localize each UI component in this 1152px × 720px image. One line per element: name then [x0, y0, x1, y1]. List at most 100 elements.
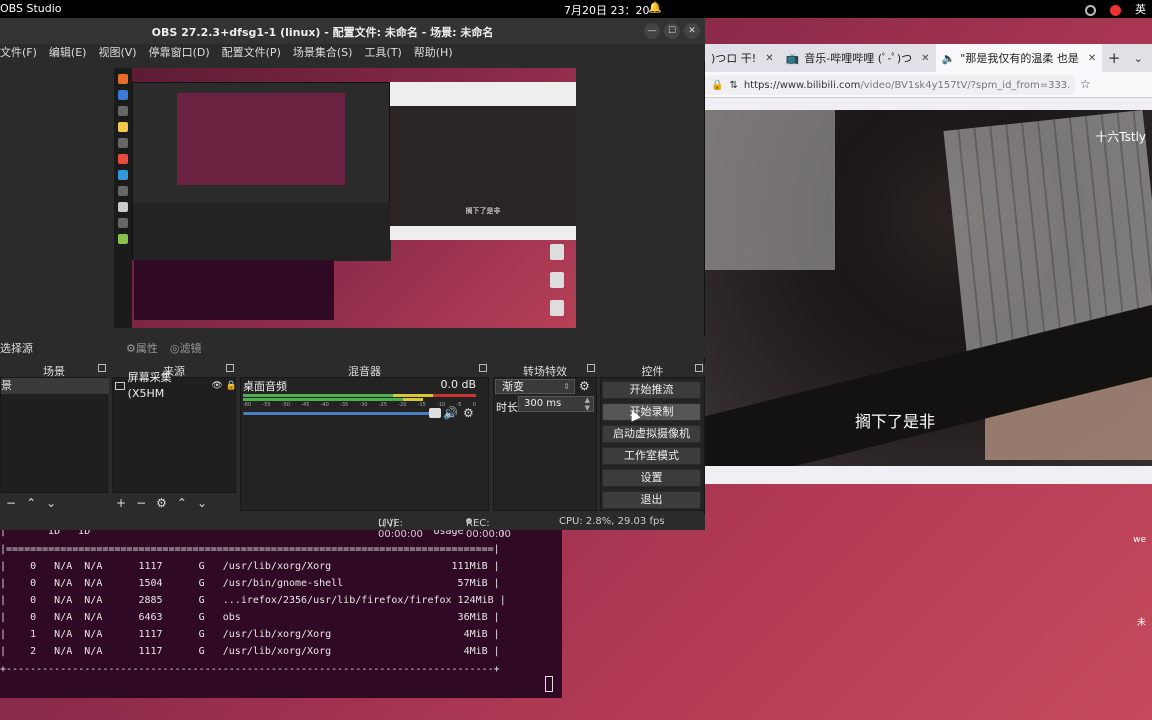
window-title: OBS 27.2.3+dfsg1-1 (linux) - 配置文件: 未命名 -… — [151, 26, 494, 39]
source-item[interactable]: 屏幕采集 (X5HM 👁 🔒 — [113, 371, 237, 400]
tab-label: )つロ 干! — [711, 52, 757, 65]
undock-icon[interactable] — [98, 364, 106, 372]
minimize-icon[interactable]: — — [644, 23, 660, 39]
preview-terminal — [134, 260, 334, 320]
maximize-icon[interactable]: ☐ — [664, 23, 680, 39]
preview-canvas[interactable]: 搁下了是非 — [114, 68, 576, 328]
menu-tools[interactable]: 工具(T) — [364, 44, 401, 62]
desktop-edge-text: we — [1133, 535, 1146, 545]
spinner-icon: ⇕ — [563, 382, 570, 391]
move-down-icon[interactable]: ⌄ — [46, 496, 56, 510]
terminal-row: | 0 N/A N/A 1117 G /usr/lib/xorg/Xorg 11… — [0, 561, 500, 572]
duration-input[interactable]: 300 ms ▲ ▼ — [518, 396, 594, 412]
close-icon[interactable]: ✕ — [921, 53, 929, 64]
start-recording-button[interactable]: 开始录制 — [602, 403, 701, 421]
menu-view[interactable]: 视图(V) — [98, 44, 136, 62]
properties-button[interactable]: ⚙属性 — [126, 340, 158, 356]
settings-button[interactable]: 设置 — [602, 469, 701, 487]
menu-scene-collection[interactable]: 场景集合(S) — [293, 44, 353, 62]
gear-icon[interactable]: ⚙ — [156, 496, 167, 510]
close-icon[interactable]: ✕ — [765, 53, 773, 64]
speaker-icon[interactable]: 🔊 — [443, 406, 458, 420]
close-icon[interactable]: ✕ — [684, 23, 700, 39]
tab-3-active[interactable]: 🔈 "那是我仅有的温柔 也是 ✕ — [935, 44, 1103, 72]
menu-file[interactable]: 文件(F) — [0, 44, 37, 62]
stepper-icon[interactable]: ▲ ▼ — [585, 396, 590, 412]
meter-ticks: -60 -55 -50 -45 -40 -35 -30 -25 -20 -15 -10 -5 0 — [243, 402, 476, 408]
source-name: 屏幕采集 (X5HM — [127, 371, 172, 400]
bell-icon[interactable]: 🔔 — [648, 1, 662, 14]
scene-item[interactable]: 景 — [1, 378, 109, 394]
preview-browser: 搁下了是非 — [390, 82, 576, 240]
preview-dock — [114, 68, 132, 328]
lock-icon[interactable]: 🔒 — [226, 378, 237, 394]
terminal-cursor — [545, 676, 553, 692]
filters-button[interactable]: ◎滤镜 — [170, 340, 202, 356]
move-down-icon[interactable]: ⌄ — [197, 496, 207, 510]
terminal-row: | 1 N/A N/A 1117 G /usr/lib/xorg/Xorg 4M… — [0, 629, 500, 640]
start-streaming-button[interactable]: 开始推流 — [602, 381, 701, 399]
scenes-list[interactable]: 景 — [0, 377, 109, 493]
bookmark-star-icon[interactable]: ☆ — [1080, 77, 1091, 91]
undock-icon[interactable] — [587, 364, 595, 372]
desktop-edge-text: 未 — [1136, 618, 1146, 628]
remove-scene-button[interactable]: − — [6, 496, 16, 510]
new-tab-button[interactable]: + — [1102, 49, 1126, 67]
undock-icon[interactable] — [695, 364, 703, 372]
exit-button[interactable]: 退出 — [602, 491, 701, 509]
sources-list[interactable]: 屏幕采集 (X5HM 👁 🔒 — [112, 371, 237, 493]
move-up-icon[interactable]: ⌃ — [26, 496, 36, 510]
close-icon[interactable]: ✕ — [1088, 53, 1096, 64]
gear-icon[interactable]: ⚙ — [463, 406, 474, 420]
volume-slider[interactable] — [243, 408, 441, 418]
undock-icon[interactable] — [226, 364, 234, 372]
terminal-row: | 0 N/A N/A 6463 G obs 36MiB | — [0, 612, 500, 623]
menu-docks[interactable]: 停靠窗口(D) — [149, 44, 210, 62]
chevron-down-icon[interactable]: ⌄ — [1126, 52, 1150, 65]
tv-icon: 📺 — [785, 51, 800, 65]
app-name: OBS Studio — [0, 2, 62, 15]
tab-1[interactable]: )つロ 干! ✕ — [705, 44, 780, 72]
active-app-menu[interactable]: OBS Studio — [0, 2, 62, 15]
duration-label: 时长 — [496, 401, 518, 414]
terminal-row: | 0 N/A N/A 1504 G /usr/bin/gnome-shell … — [0, 578, 500, 589]
source-actions: ⚙属性 ◎滤镜 — [126, 340, 201, 356]
permissions-icon[interactable]: ⇅ — [729, 80, 737, 91]
menu-profile[interactable]: 配置文件(P) — [222, 44, 281, 62]
tab-2[interactable]: 📺 音乐-哔哩哔哩 (ﾟ-ﾟ)つ ✕ — [780, 44, 936, 72]
gear-icon[interactable]: ⚙ — [579, 379, 590, 393]
move-up-icon[interactable]: ⌃ — [177, 496, 187, 510]
preview-subtitle: 搁下了是非 — [465, 207, 501, 215]
remove-source-button[interactable]: − — [136, 496, 146, 510]
no-source-selected-label: 选择源 — [0, 342, 33, 355]
transition-select[interactable]: 渐变 ⇕ — [495, 379, 575, 394]
menu-help[interactable]: 帮助(H) — [414, 44, 453, 62]
terminal-footer: +---------------------------------------… — [0, 664, 500, 675]
gnome-top-bar: OBS Studio 7月20日 23：20 🔔 英 — [0, 0, 1152, 18]
input-method[interactable]: 英 — [1135, 1, 1146, 17]
preview-video: 搁下了是非 — [390, 106, 576, 226]
terminal-window[interactable]: | ID ID Usage | |=======================… — [0, 520, 562, 698]
menu-edit[interactable]: 编辑(E) — [49, 44, 87, 62]
url-input[interactable]: 🔒 ⇅ https://www.bilibili.com/video/BV1sk… — [705, 75, 1075, 95]
studio-mode-button[interactable]: 工作室模式 — [602, 447, 701, 465]
tab-label: 音乐-哔哩哔哩 (ﾟ-ﾟ)つ — [804, 52, 913, 65]
network-icon[interactable] — [1085, 4, 1096, 16]
url-host: https://www.bilibili.com — [743, 79, 861, 91]
video-player[interactable]: 十六Tstly 搁下了是非 — [705, 110, 1152, 466]
obs-titlebar[interactable]: OBS 27.2.3+dfsg1-1 (linux) - 配置文件: 未命名 -… — [0, 18, 705, 44]
video-subtitle: 搁下了是非 — [854, 412, 935, 431]
tab-strip: )つロ 干! ✕ 📺 音乐-哔哩哔哩 (ﾟ-ﾟ)つ ✕ 🔈 "那是我仅有的温柔 … — [705, 44, 1152, 72]
start-virtual-camera-button[interactable]: 启动虚拟摄像机 — [602, 425, 701, 443]
record-indicator-icon[interactable] — [1110, 4, 1121, 16]
scenes-toolbar: − ⌃ ⌄ — [6, 494, 56, 512]
firefox-window: )つロ 干! ✕ 📺 音乐-哔哩哔哩 (ﾟ-ﾟ)つ ✕ 🔈 "那是我仅有的温柔 … — [705, 44, 1152, 484]
track-db: 0.0 dB — [440, 378, 476, 391]
url-path: /video/BV1sk4y157tV/?spm_id_from=333. — [860, 79, 1071, 91]
clock[interactable]: 7月20日 23：20 — [564, 2, 650, 18]
add-source-button[interactable]: + — [116, 496, 126, 510]
volume-slider-handle[interactable] — [429, 408, 441, 418]
undock-icon[interactable] — [479, 364, 487, 372]
speaker-icon: 🔈 — [941, 51, 956, 65]
eye-icon[interactable]: 👁 — [211, 378, 222, 394]
